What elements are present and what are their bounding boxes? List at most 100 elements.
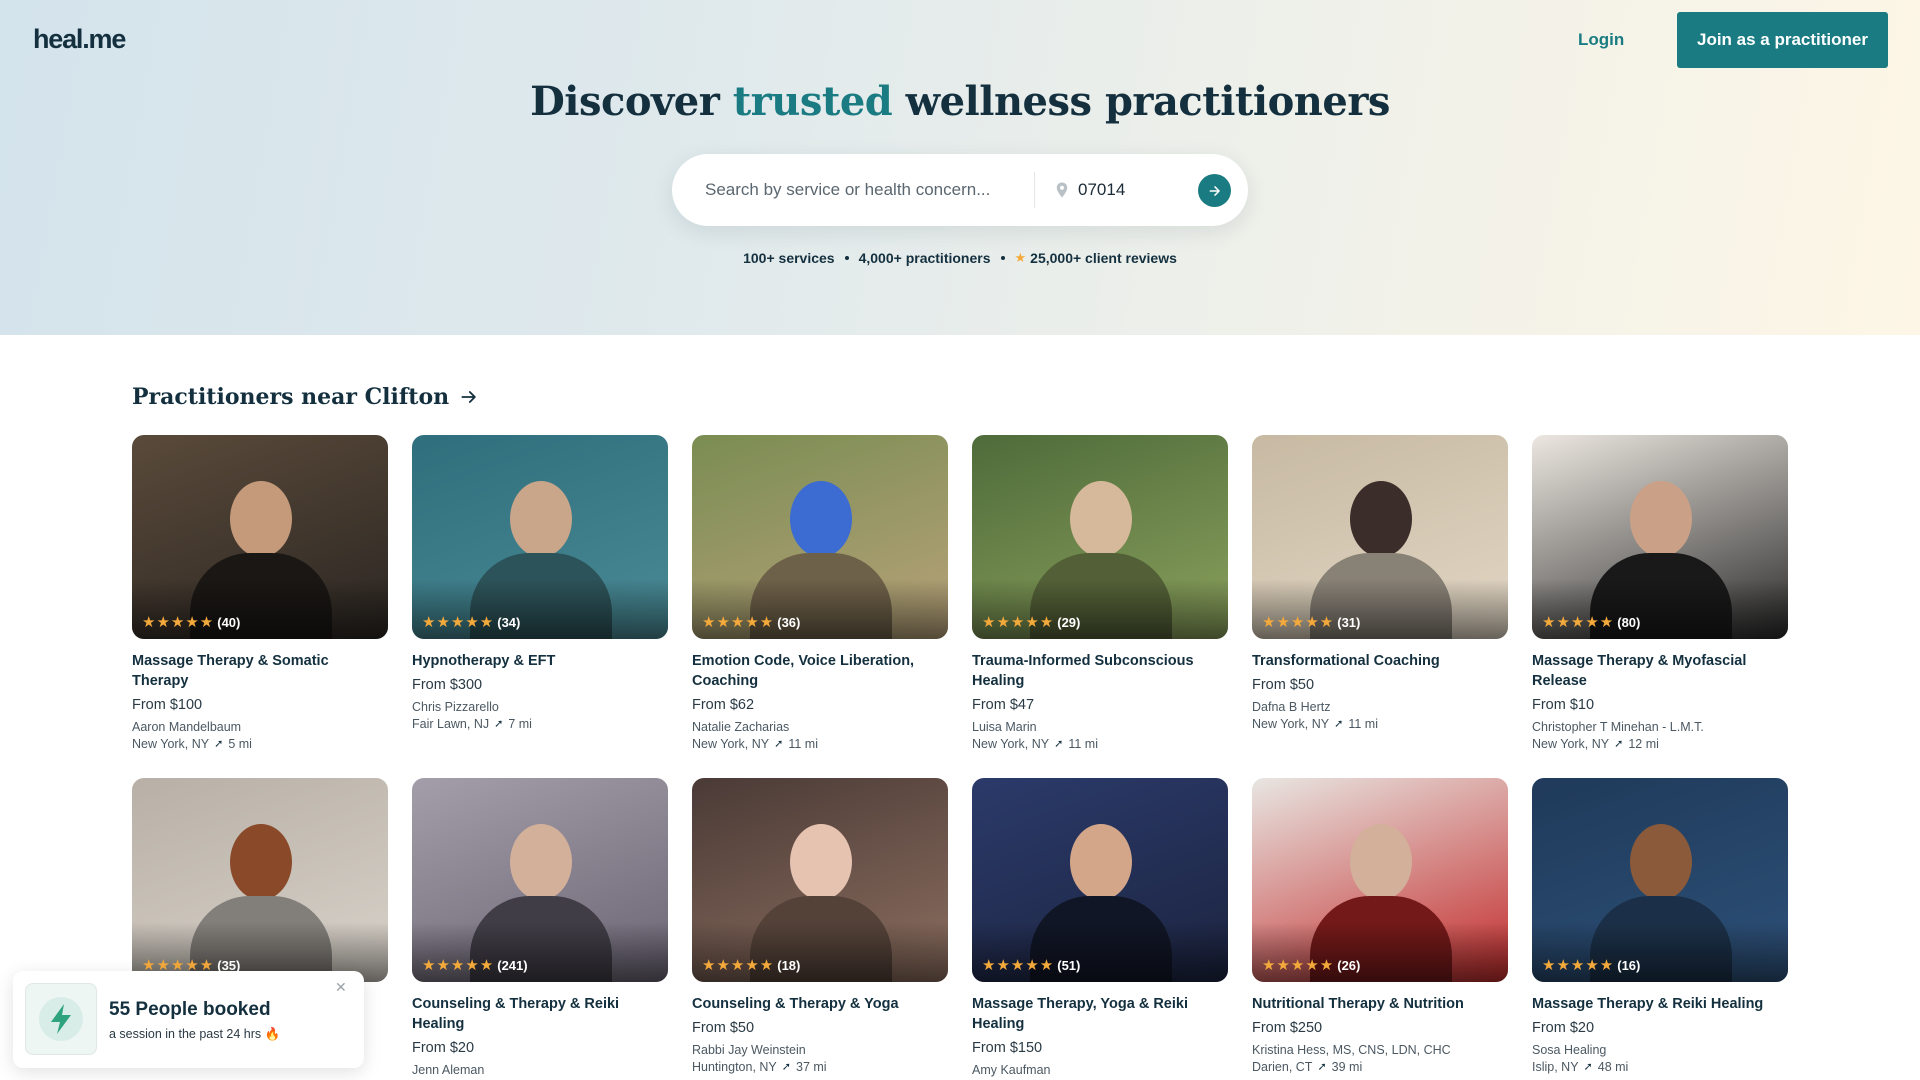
navigation-arrow-icon: ➚	[1614, 738, 1624, 750]
practitioner-photo[interactable]: ★★★★★ (18)	[692, 778, 948, 982]
price: From $150	[972, 1040, 1043, 1056]
location: Fair Lawn, NJ	[412, 717, 490, 731]
distance: 5 mi	[228, 737, 252, 751]
logo[interactable]: heal.me	[33, 24, 126, 55]
hero-title-accent: trusted	[732, 78, 893, 125]
review-count: (34)	[497, 614, 521, 630]
service-title[interactable]: Transformational Coaching	[1252, 651, 1508, 671]
stat-separator	[844, 256, 849, 260]
photo-figure-head	[1350, 481, 1412, 557]
location: Darien, CT	[1252, 1060, 1313, 1074]
photo-figure-head	[230, 824, 292, 900]
rating: ★★★★★ (36)	[702, 613, 800, 631]
photo-figure-head	[1070, 481, 1132, 557]
practitioner-card[interactable]: ★★★★★ (241) Counseling & Therapy & Reiki H…	[412, 778, 668, 1080]
distance: 48 mi	[1597, 1060, 1629, 1074]
practitioner-card[interactable]: ★★★★★ (36) Emotion Code, Voice Liberation,…	[692, 435, 948, 753]
practitioner-photo[interactable]: ★★★★★ (80)	[1532, 435, 1788, 639]
location: New York, NY	[692, 737, 770, 751]
service-title[interactable]: Nutritional Therapy & Nutrition	[1252, 994, 1508, 1014]
navigation-arrow-icon: ➚	[1054, 738, 1064, 750]
location-pin-icon	[1056, 182, 1068, 198]
practitioner-card[interactable]: ★★★★★ (29) Trauma-Informed Subconscious He…	[972, 435, 1228, 753]
navigation-arrow-icon: ➚	[774, 738, 784, 750]
zip-input[interactable]	[1078, 172, 1188, 208]
toast-title: 55 People booked	[109, 999, 271, 1020]
location-row: New York, NY ➚ 11 mi	[1252, 716, 1508, 733]
login-link[interactable]: Login	[1578, 24, 1624, 56]
service-title[interactable]: Massage Therapy & Somatic Therapy	[132, 651, 388, 691]
service-title[interactable]: Counseling & Therapy & Yoga	[692, 994, 948, 1014]
location-row: Islip, NY ➚ 48 mi	[1532, 1059, 1788, 1076]
rating: ★★★★★ (31)	[1262, 613, 1360, 631]
practitioner-photo[interactable]: ★★★★★ (40)	[132, 435, 388, 639]
practitioner-photo[interactable]: ★★★★★ (34)	[412, 435, 668, 639]
service-title[interactable]: Massage Therapy & Myofascial Release	[1532, 651, 1788, 691]
distance: 39 mi	[1331, 1060, 1363, 1074]
review-count: (241)	[497, 957, 528, 973]
price: From $300	[412, 677, 483, 693]
practitioner-card[interactable]: ★★★★★ (40) Massage Therapy & Somatic Thera…	[132, 435, 388, 753]
service-title[interactable]: Massage Therapy & Reiki Healing	[1532, 994, 1788, 1014]
practitioner-name: Dafna B Hertz	[1252, 700, 1331, 714]
review-count: (80)	[1617, 614, 1641, 630]
distance: 37 mi	[796, 1060, 827, 1074]
practitioner-card[interactable]: ★★★★★ (80) Massage Therapy & Myofascial Re…	[1532, 435, 1788, 753]
practitioner-photo[interactable]: ★★★★★ (29)	[972, 435, 1228, 639]
rating: ★★★★★ (18)	[702, 956, 800, 974]
practitioner-photo[interactable]: ★★★★★ (51)	[972, 778, 1228, 982]
join-as-practitioner-button[interactable]: Join as a practitioner	[1677, 12, 1888, 68]
star-rating-icon: ★★★★★	[702, 614, 775, 631]
practitioner-card[interactable]: ★★★★★ (16) Massage Therapy & Reiki Healing…	[1532, 778, 1788, 1076]
practitioner-photo[interactable]: ★★★★★ (31)	[1252, 435, 1508, 639]
toast-subtitle: a session in the past 24 hrs 🔥	[109, 1027, 281, 1041]
arrow-right-icon	[1209, 185, 1220, 196]
close-icon[interactable]: ✕	[335, 979, 347, 996]
location-row: Huntington, NY ➚ 37 mi	[692, 1059, 948, 1076]
hero-stats: 100+ services 4,000+ practitioners ★ 25,…	[0, 250, 1920, 266]
practitioner-photo[interactable]: ★★★★★ (35)	[132, 778, 388, 982]
location: New York, NY	[132, 737, 210, 751]
location: Islip, NY	[1532, 1060, 1579, 1074]
section-title-link[interactable]: Practitioners near Clifton	[132, 384, 479, 410]
practitioner-card[interactable]: ★★★★★ (31) Transformational Coaching From $…	[1252, 435, 1508, 733]
photo-figure-head	[1630, 481, 1692, 557]
rating: ★★★★★ (241)	[422, 956, 528, 974]
hero-title: Discover trusted wellness practitioners	[0, 78, 1920, 125]
navigation-arrow-icon: ➚	[1334, 718, 1344, 730]
star-icon: ★	[1014, 250, 1027, 265]
service-title[interactable]: Trauma-Informed Subconscious Healing	[972, 651, 1228, 691]
photo-figure-head	[510, 481, 572, 557]
practitioner-name: Natalie Zacharias	[692, 720, 790, 734]
practitioner-card[interactable]: ★★★★★ (26) Nutritional Therapy & Nutrition…	[1252, 778, 1508, 1076]
service-title[interactable]: Counseling & Therapy & Reiki Healing	[412, 994, 668, 1034]
rating: ★★★★★ (80)	[1542, 613, 1640, 631]
photo-figure-head	[1350, 824, 1412, 900]
star-rating-icon: ★★★★★	[142, 614, 215, 631]
practitioner-card[interactable]: ★★★★★ (51) Massage Therapy, Yoga & Reiki H…	[972, 778, 1228, 1079]
search-input[interactable]	[705, 172, 1005, 208]
practitioner-card[interactable]: ★★★★★ (34) Hypnotherapy & EFT From $300 Chri…	[412, 435, 668, 733]
booking-toast: 55 People booked a session in the past 2…	[13, 971, 364, 1068]
review-count: (31)	[1337, 614, 1361, 630]
distance: 11 mi	[1348, 717, 1378, 731]
practitioner-name: Kristina Hess, MS, CNS, LDN, CHC	[1252, 1043, 1451, 1057]
review-count: (36)	[777, 614, 801, 630]
practitioner-photo[interactable]: ★★★★★ (26)	[1252, 778, 1508, 982]
service-title[interactable]: Hypnotherapy & EFT	[412, 651, 668, 671]
service-title[interactable]: Massage Therapy, Yoga & Reiki Healing	[972, 994, 1228, 1034]
search-submit-button[interactable]	[1198, 174, 1231, 207]
star-rating-icon: ★★★★★	[1262, 614, 1335, 631]
location-row: New York, NY ➚ 5 mi	[132, 736, 388, 753]
service-title[interactable]: Emotion Code, Voice Liberation, Coaching	[692, 651, 948, 691]
location-row: New York, NY ➚ 11 mi	[972, 736, 1228, 753]
star-rating-icon: ★★★★★	[422, 614, 495, 631]
practitioner-photo[interactable]: ★★★★★ (16)	[1532, 778, 1788, 982]
practitioner-photo[interactable]: ★★★★★ (241)	[412, 778, 668, 982]
practitioner-name: Christopher T Minehan - L.M.T.	[1532, 720, 1704, 734]
stat-services: 100+ services	[743, 250, 835, 266]
stat-practitioners: 4,000+ practitioners	[858, 250, 991, 266]
star-rating-icon: ★★★★★	[982, 957, 1055, 974]
practitioner-photo[interactable]: ★★★★★ (36)	[692, 435, 948, 639]
practitioner-card[interactable]: ★★★★★ (18) Counseling & Therapy & Yoga From…	[692, 778, 948, 1076]
